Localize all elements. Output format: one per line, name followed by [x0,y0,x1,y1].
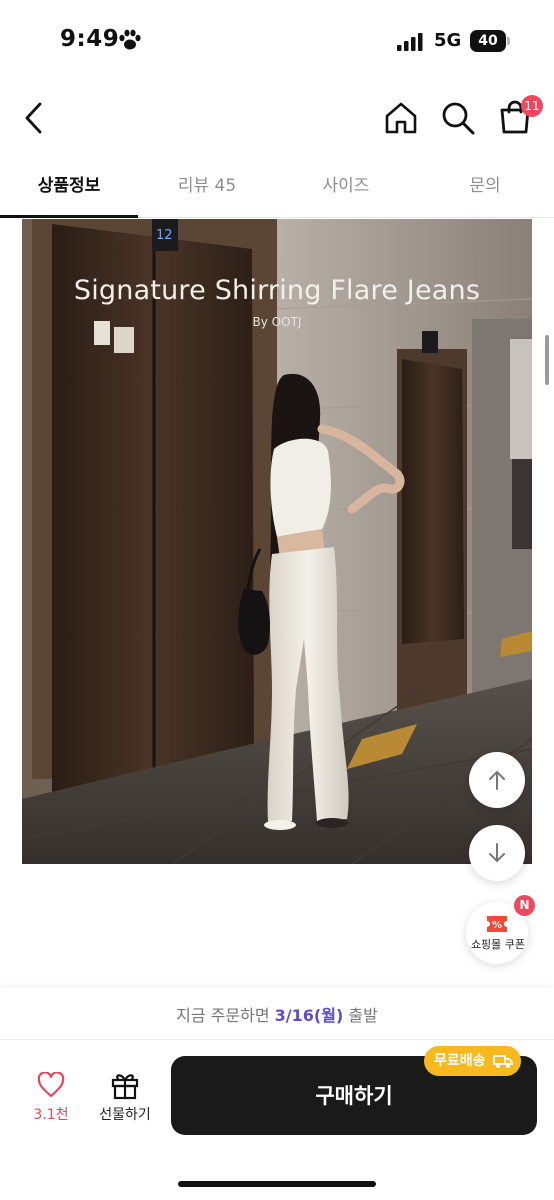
svg-text:%: % [492,920,502,931]
heart-icon[interactable] [37,1072,65,1098]
status-bar: 9:49 5G 40 [0,0,554,84]
elevator-floor-display: 12 [156,228,173,243]
network-type: 5G [434,30,462,51]
gift-icon[interactable] [110,1070,140,1100]
shipping-date: 3/16(월) [274,1006,344,1025]
product-tabs: 상품정보 리뷰 45 사이즈 문의 [0,160,554,218]
free-shipping-badge: 무료배송 [424,1046,522,1076]
product-detail-image: 12 Signature Shirring Flare Jeans By OOT… [22,219,532,864]
shipping-notice: 지금 주문하면 3/16(월) 출발 [0,988,554,1040]
arrow-up-icon [489,771,505,790]
tab-reviews[interactable]: 리뷰 45 [138,160,276,218]
shipping-suffix: 출발 [348,1006,378,1025]
home-icon[interactable] [383,100,419,136]
coupon-label: 쇼핑몰 쿠폰 [470,938,526,951]
like-count: 3.1천 [33,1107,69,1123]
product-image-title: Signature Shirring Flare Jeans [73,275,481,306]
battery-indicator: 40 [470,30,506,52]
tab-inquiry[interactable]: 문의 [416,160,554,218]
home-indicator [178,1181,376,1187]
scroll-down-button[interactable] [469,825,525,881]
back-icon[interactable] [20,100,50,136]
free-shipping-label: 무료배송 [434,1053,486,1069]
top-nav [0,84,554,154]
arrow-down-icon [489,843,505,862]
coupon-icon: % [487,916,507,932]
tab-size[interactable]: 사이즈 [276,160,416,218]
battery-cap [507,37,510,45]
search-icon[interactable] [440,100,476,136]
truck-icon [493,1055,514,1068]
paw-icon [119,29,141,50]
scrollbar[interactable] [545,335,549,385]
signal-icon [397,33,423,51]
gift-button-label[interactable]: 선물하기 [88,1104,162,1124]
tab-product-info[interactable]: 상품정보 [0,160,138,218]
shipping-prefix: 지금 주문하면 [176,1006,270,1025]
coupon-new-badge: N [514,895,535,916]
cart-count-badge: 11 [521,95,543,117]
scroll-top-button[interactable] [469,752,525,808]
product-image-brand: By OOTJ [252,315,302,329]
status-time: 9:49 [60,26,120,52]
